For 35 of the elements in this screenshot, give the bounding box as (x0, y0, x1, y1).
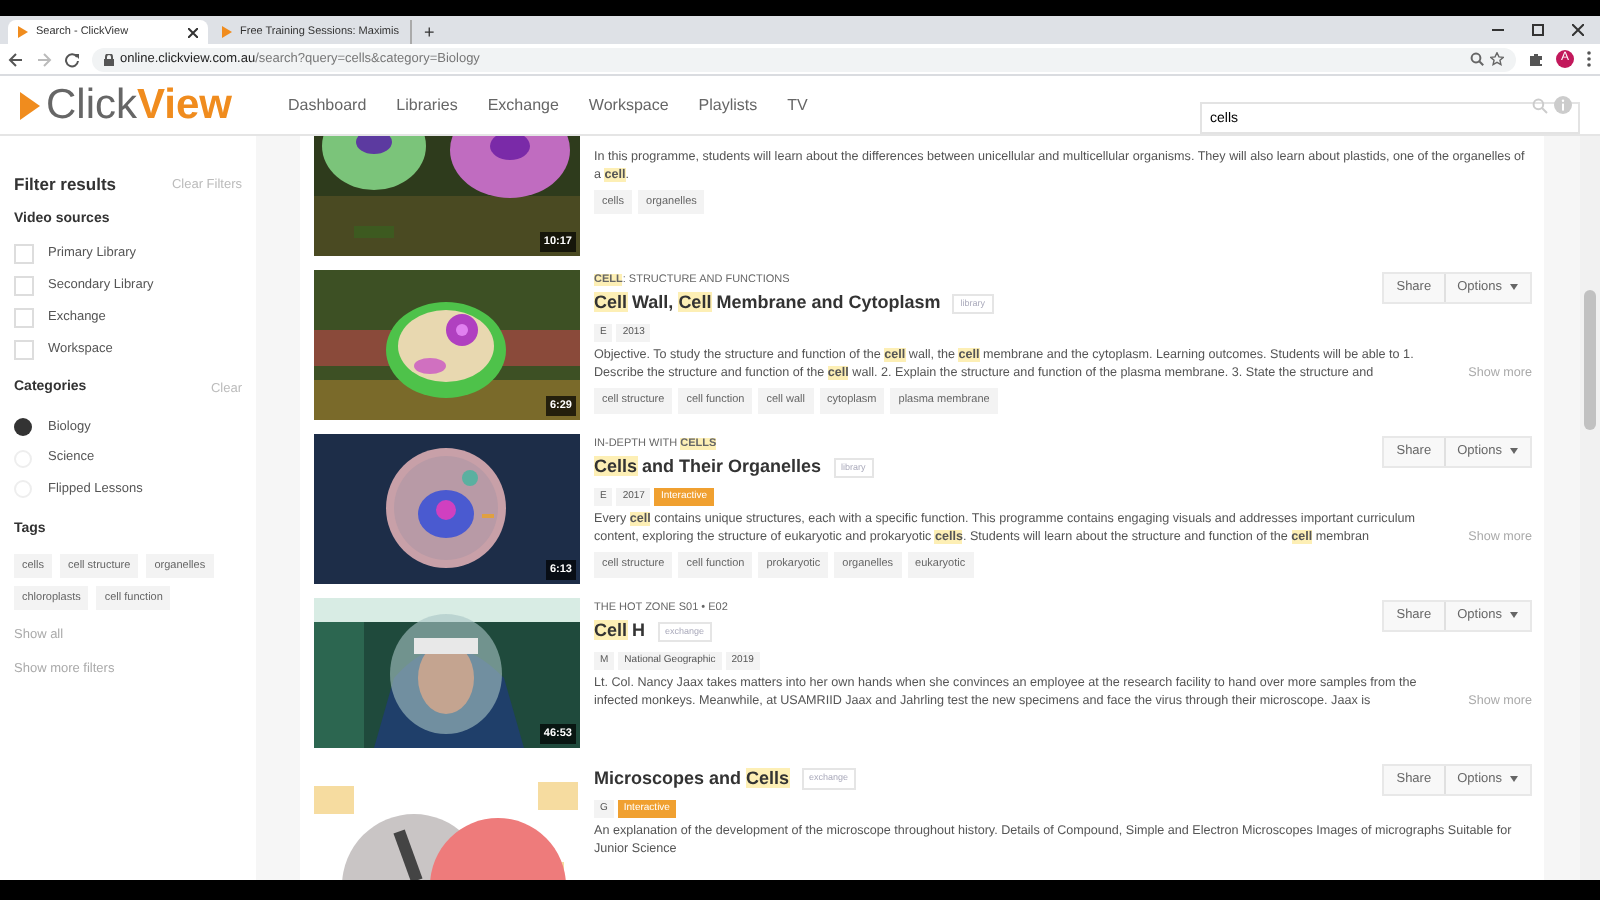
video-title[interactable]: Cell H (594, 618, 646, 646)
nav-link[interactable]: Libraries (396, 93, 458, 117)
star-icon[interactable] (1490, 52, 1504, 66)
checkbox[interactable] (14, 308, 34, 329)
checkbox[interactable] (14, 244, 34, 265)
maximize-icon[interactable] (1532, 24, 1544, 36)
scrollbar[interactable] (1580, 136, 1600, 880)
close-icon[interactable] (1572, 24, 1584, 36)
lock-icon (104, 53, 114, 65)
caret-icon (1510, 776, 1518, 783)
caret-icon (1510, 448, 1518, 455)
video-title[interactable]: Cells and Their Organelles (594, 454, 822, 482)
close-icon[interactable] (188, 27, 198, 37)
nav-link[interactable]: Dashboard (288, 93, 367, 117)
menu-icon[interactable] (1586, 50, 1592, 68)
caret-icon (1510, 612, 1518, 619)
radio-button[interactable] (14, 418, 32, 436)
nav-link[interactable]: Playlists (698, 93, 758, 117)
play-logo-icon (20, 91, 40, 119)
video-title[interactable]: Cell Wall, Cell Membrane and Cytoplasm (594, 290, 941, 318)
filter-heading: Filter results (14, 172, 117, 198)
reload-icon[interactable] (64, 51, 80, 67)
clickview-logo[interactable]: ClickView (46, 84, 232, 126)
video-title[interactable]: Microscopes and Cells (594, 766, 790, 793)
caret-icon (1510, 284, 1518, 291)
checkbox[interactable] (14, 340, 34, 361)
checkbox[interactable] (14, 276, 34, 297)
zoom-icon[interactable] (1470, 52, 1484, 66)
nav-link[interactable]: Workspace (588, 93, 669, 117)
new-tab-button[interactable]: + (424, 20, 435, 44)
puzzle-icon[interactable] (1528, 51, 1544, 67)
back-icon[interactable] (8, 51, 24, 67)
nav-link[interactable]: TV (787, 93, 808, 117)
nav-link[interactable]: Exchange (487, 93, 559, 117)
minimize-icon[interactable] (1492, 24, 1504, 36)
